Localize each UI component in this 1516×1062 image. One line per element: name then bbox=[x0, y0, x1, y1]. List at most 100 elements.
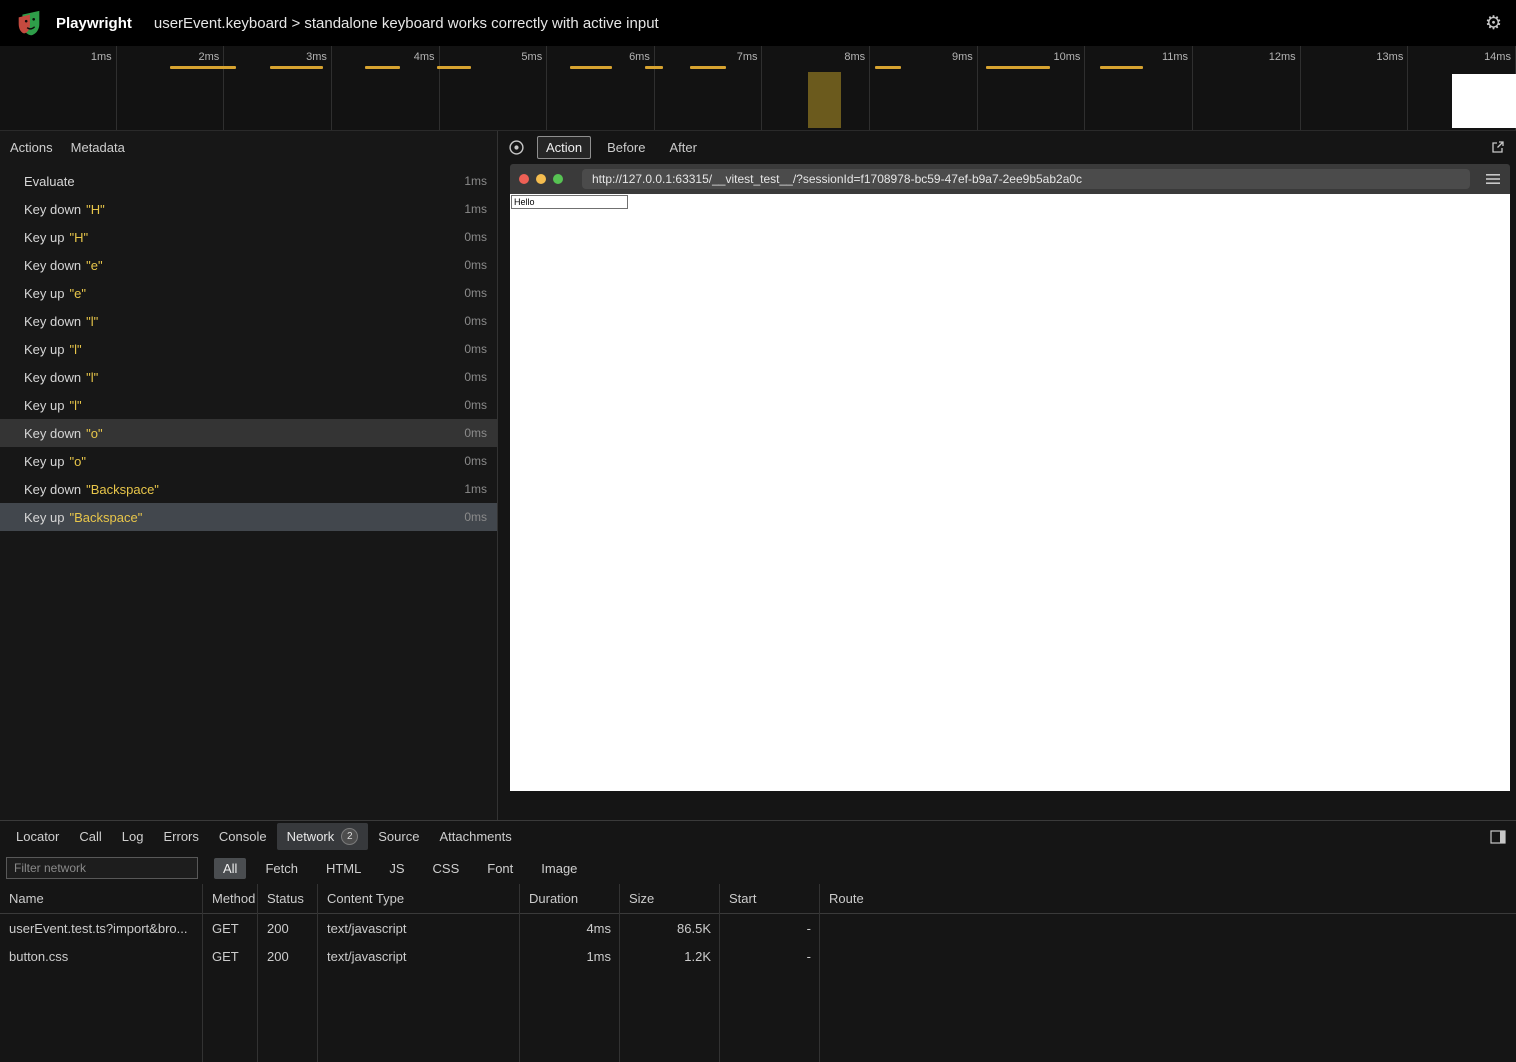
snapshot-tab-after[interactable]: After bbox=[661, 137, 704, 158]
tab-label: Attachments bbox=[439, 829, 511, 844]
header: Playwright userEvent.keyboard > standalo… bbox=[0, 0, 1516, 46]
filter-fetch[interactable]: Fetch bbox=[256, 858, 307, 879]
tab-locator[interactable]: Locator bbox=[6, 824, 69, 849]
cell-name: userEvent.test.ts?import&bro... bbox=[0, 914, 203, 942]
pick-locator-target-icon[interactable] bbox=[508, 139, 525, 156]
action-duration: 0ms bbox=[464, 314, 487, 328]
timeline-tick-label: 4ms bbox=[414, 51, 435, 63]
cell-method: GET bbox=[203, 942, 258, 970]
action-list-item[interactable]: Evaluate1ms bbox=[0, 167, 497, 195]
timeline-cell[interactable]: 11ms bbox=[1085, 46, 1193, 130]
timeline-cell[interactable]: 3ms bbox=[224, 46, 332, 130]
action-duration: 0ms bbox=[464, 454, 487, 468]
timeline-action-marker bbox=[875, 66, 901, 69]
cell-content_type: text/javascript bbox=[318, 914, 520, 942]
filter-js[interactable]: JS bbox=[380, 858, 413, 879]
action-list-item[interactable]: Key up"H"0ms bbox=[0, 223, 497, 251]
timeline-cell[interactable]: 6ms bbox=[547, 46, 655, 130]
open-external-icon[interactable] bbox=[1490, 139, 1506, 155]
column-header-status[interactable]: Status bbox=[258, 884, 318, 913]
action-list-item[interactable]: Key up"o"0ms bbox=[0, 447, 497, 475]
tab-attachments[interactable]: Attachments bbox=[429, 824, 521, 849]
action-list-item[interactable]: Key up"e"0ms bbox=[0, 279, 497, 307]
timeline-selected-range[interactable] bbox=[808, 72, 841, 128]
tab-source[interactable]: Source bbox=[368, 824, 429, 849]
timeline-cell[interactable]: 1ms bbox=[9, 46, 117, 130]
bottom-panel: LocatorCallLogErrorsConsoleNetwork2 Sourc… bbox=[0, 820, 1516, 1062]
filter-html[interactable]: HTML bbox=[317, 858, 370, 879]
action-duration: 0ms bbox=[464, 398, 487, 412]
action-list-item[interactable]: Key down"l"0ms bbox=[0, 307, 497, 335]
column-header-route[interactable]: Route bbox=[820, 884, 1516, 913]
timeline[interactable]: 1ms2ms3ms4ms5ms6ms7ms8ms9ms10ms11ms12ms1… bbox=[0, 46, 1516, 131]
column-header-name[interactable]: Name bbox=[0, 884, 203, 913]
timeline-action-marker bbox=[986, 66, 1050, 69]
tab-metadata[interactable]: Metadata bbox=[69, 137, 127, 158]
cell-size: 1.2K bbox=[620, 942, 720, 970]
timeline-tick-label: 11ms bbox=[1162, 51, 1188, 63]
tab-network[interactable]: Network2 bbox=[277, 823, 369, 850]
snapshot-tab-action[interactable]: Action bbox=[537, 136, 591, 159]
page-text-input[interactable] bbox=[511, 195, 628, 209]
cell-duration: 1ms bbox=[520, 942, 620, 970]
action-list-item[interactable]: Key up"l"0ms bbox=[0, 391, 497, 419]
column-header-start[interactable]: Start bbox=[720, 884, 820, 913]
column-header-size[interactable]: Size bbox=[620, 884, 720, 913]
filter-image[interactable]: Image bbox=[532, 858, 586, 879]
timeline-cell[interactable]: 5ms bbox=[440, 46, 548, 130]
timeline-cell[interactable]: 9ms bbox=[870, 46, 978, 130]
tab-call[interactable]: Call bbox=[69, 824, 111, 849]
settings-gear-icon[interactable]: ⚙ bbox=[1485, 14, 1502, 33]
column-header-content-type[interactable]: Content Type bbox=[318, 884, 520, 913]
action-list-item[interactable]: Key down"H"1ms bbox=[0, 195, 497, 223]
network-filter-input[interactable] bbox=[6, 857, 198, 879]
action-list-item[interactable]: Key down"o"0ms bbox=[0, 419, 497, 447]
tab-errors[interactable]: Errors bbox=[153, 824, 208, 849]
action-list-item[interactable]: Key down"Backspace"1ms bbox=[0, 475, 497, 503]
network-request-row[interactable]: userEvent.test.ts?import&bro...GET200tex… bbox=[0, 914, 1516, 942]
filter-font[interactable]: Font bbox=[478, 858, 522, 879]
filter-css[interactable]: CSS bbox=[424, 858, 469, 879]
snapshot-tab-before[interactable]: Before bbox=[599, 137, 653, 158]
timeline-tick-label: 10ms bbox=[1054, 51, 1081, 63]
action-duration: 1ms bbox=[464, 202, 487, 216]
snapshot-panel: ActionBeforeAfter http://127.0.0.1:63315… bbox=[498, 131, 1516, 820]
tab-actions[interactable]: Actions bbox=[8, 137, 55, 158]
action-list-item[interactable]: Key up"Backspace"0ms bbox=[0, 503, 497, 531]
snapshot-page[interactable] bbox=[510, 194, 1510, 791]
trace-title: userEvent.keyboard > standalone keyboard… bbox=[154, 15, 659, 32]
snapshot-toolbar: Action Before After bbox=[498, 131, 1516, 163]
cell-size: 86.5K bbox=[620, 914, 720, 942]
timeline-cell[interactable]: 4ms bbox=[332, 46, 440, 130]
cell-name: button.css bbox=[0, 942, 203, 970]
timeline-action-marker bbox=[365, 66, 400, 69]
timeline-cell[interactable]: 10ms bbox=[978, 46, 1086, 130]
trace-viewer: Playwright userEvent.keyboard > standalo… bbox=[0, 0, 1516, 1062]
panel-layout-toggle-icon[interactable] bbox=[1490, 830, 1506, 844]
cell-route bbox=[820, 914, 1516, 942]
actions-tab-bar: Actions Metadata bbox=[0, 131, 497, 163]
traffic-light-red-icon bbox=[519, 174, 529, 184]
tab-console[interactable]: Console bbox=[209, 824, 277, 849]
action-label: Key down bbox=[24, 426, 81, 441]
network-request-row[interactable]: button.cssGET200text/javascript1ms1.2K- bbox=[0, 942, 1516, 970]
timeline-action-marker bbox=[270, 66, 323, 69]
action-key-value: "l" bbox=[69, 398, 81, 413]
tab-label: Source bbox=[378, 829, 419, 844]
column-header-method[interactable]: Method bbox=[203, 884, 258, 913]
timeline-cell[interactable]: 2ms bbox=[117, 46, 225, 130]
action-duration: 0ms bbox=[464, 510, 487, 524]
cell-status: 200 bbox=[258, 942, 318, 970]
filter-all[interactable]: All bbox=[214, 858, 246, 879]
timeline-cell[interactable]: 7ms bbox=[655, 46, 763, 130]
action-key-value: "l" bbox=[86, 370, 98, 385]
playwright-logo-icon bbox=[14, 8, 44, 38]
action-list-item[interactable]: Key up"l"0ms bbox=[0, 335, 497, 363]
column-header-duration[interactable]: Duration bbox=[520, 884, 620, 913]
action-list-item[interactable]: Key down"e"0ms bbox=[0, 251, 497, 279]
timeline-cell[interactable]: 13ms bbox=[1301, 46, 1409, 130]
timeline-cell[interactable]: 12ms bbox=[1193, 46, 1301, 130]
tab-log[interactable]: Log bbox=[112, 824, 154, 849]
timeline-action-marker bbox=[645, 66, 663, 69]
action-list-item[interactable]: Key down"l"0ms bbox=[0, 363, 497, 391]
